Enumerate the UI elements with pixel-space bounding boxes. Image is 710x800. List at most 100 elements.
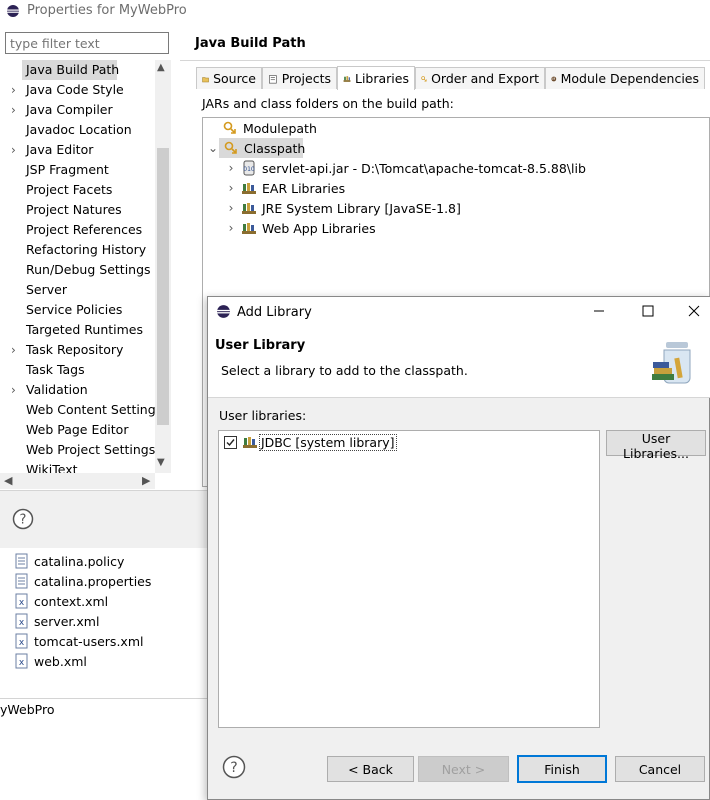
tab-order-export-label: Order and Export [431, 71, 539, 86]
svg-text:010: 010 [243, 166, 255, 173]
scroll-left-icon[interactable]: ◀ [4, 474, 12, 487]
svg-text:x: x [19, 618, 25, 628]
tab-source[interactable]: Source [196, 67, 262, 89]
nav-item[interactable]: Project Facets [26, 180, 112, 200]
nav-item[interactable]: Project Natures [26, 200, 122, 220]
file-name: web.xml [34, 653, 87, 669]
chevron-right-icon[interactable]: › [11, 340, 16, 360]
nav-item[interactable]: Web Project Settings [26, 440, 155, 460]
next-button[interactable]: Next > [418, 756, 509, 782]
svg-text:?: ? [20, 513, 27, 528]
tree-item-classpath[interactable]: ⌄ Classpath [208, 138, 305, 158]
chevron-right-icon[interactable]: › [226, 181, 236, 195]
file-name: catalina.properties [34, 573, 152, 589]
tree-item-ear-libraries[interactable]: › EAR Libraries [226, 178, 346, 198]
classpath-icon [224, 141, 237, 154]
nav-item[interactable]: Task Repository [26, 340, 123, 360]
build-path-tabs: Source Projects Libraries Order and Expo… [196, 66, 710, 91]
checkbox-checked-icon[interactable] [224, 435, 237, 449]
nav-item[interactable]: Javadoc Location [26, 120, 132, 140]
nav-item[interactable]: Task Tags [26, 360, 85, 380]
chevron-right-icon[interactable]: › [226, 201, 236, 215]
help-icon[interactable]: ? [222, 755, 246, 779]
tree-item-label: JRE System Library [JavaSE-1.8] [262, 200, 461, 216]
back-button[interactable]: < Back [327, 756, 414, 782]
chevron-right-icon[interactable]: › [11, 380, 16, 400]
text-file-icon [15, 553, 28, 569]
library-jar-banner-icon [652, 342, 691, 384]
tree-item-modulepath[interactable]: Modulepath [222, 118, 317, 138]
nav-item[interactable]: Java Code Style [26, 80, 124, 100]
file-item[interactable]: x context.xml [15, 591, 108, 611]
file-name: server.xml [34, 613, 100, 629]
tree-item-label: Web App Libraries [262, 220, 376, 236]
chevron-right-icon[interactable]: › [11, 100, 16, 120]
jars-label: JARs and class folders on the build path… [202, 96, 454, 111]
file-item[interactable]: x tomcat-users.xml [15, 631, 143, 651]
xml-file-icon: x [15, 593, 28, 609]
nav-item[interactable]: JSP Fragment [26, 160, 109, 180]
maximize-icon[interactable] [636, 300, 660, 322]
close-icon[interactable] [682, 300, 706, 322]
file-name: context.xml [34, 593, 109, 609]
scroll-right-icon[interactable]: ▶ [142, 474, 150, 487]
finish-button[interactable]: Finish [517, 755, 607, 783]
chevron-right-icon[interactable]: › [226, 221, 236, 235]
tab-libraries[interactable]: Libraries [337, 66, 415, 90]
library-item-jdbc[interactable]: JDBC [system library] [224, 432, 397, 452]
file-name: catalina.policy [34, 553, 125, 569]
scroll-down-icon[interactable]: ▼ [157, 457, 165, 468]
tree-item-web-app-libraries[interactable]: › Web App Libraries [226, 218, 376, 238]
cancel-button[interactable]: Cancel [615, 756, 705, 782]
file-item[interactable]: catalina.policy [15, 551, 124, 571]
dialog-description: Select a library to add to the classpath… [221, 363, 468, 378]
jar-icon: 010 [243, 160, 255, 176]
filter-input[interactable] [5, 32, 169, 54]
chevron-right-icon[interactable]: › [11, 140, 16, 160]
file-name: tomcat-users.xml [34, 633, 144, 649]
eclipse-logo-icon [7, 5, 19, 17]
minimize-icon[interactable] [587, 300, 611, 322]
help-icon[interactable]: ? [12, 508, 34, 530]
nav-item[interactable]: Java Compiler [26, 100, 113, 120]
nav-item[interactable]: Server [26, 280, 67, 300]
file-item[interactable]: x server.xml [15, 611, 99, 631]
nav-item[interactable]: Java Editor [26, 140, 93, 160]
nav-item[interactable]: Validation [26, 380, 88, 400]
user-libraries-button[interactable]: User Libraries... [606, 430, 706, 461]
library-icon [242, 183, 256, 194]
nav-scrollbar-thumb[interactable] [157, 148, 169, 425]
tab-module-dependencies[interactable]: M Module Dependencies [545, 67, 705, 89]
tab-projects[interactable]: Projects [262, 67, 337, 89]
tree-item-servlet-jar[interactable]: › 010 servlet-api.jar - D:\Tomcat\apache… [226, 158, 586, 178]
file-item[interactable]: catalina.properties [15, 571, 151, 591]
nav-item[interactable]: Targeted Runtimes [26, 320, 143, 340]
xml-file-icon: x [15, 613, 28, 629]
nav-item[interactable]: Run/Debug Settings [26, 260, 151, 280]
nav-item[interactable]: Project References [26, 220, 142, 240]
svg-text:?: ? [230, 760, 237, 776]
tab-order-export[interactable]: Order and Export [415, 67, 545, 89]
tree-item-label: EAR Libraries [262, 180, 346, 196]
file-item[interactable]: x web.xml [15, 651, 87, 671]
nav-item[interactable]: Web Page Editor [26, 420, 128, 440]
xml-file-icon: x [15, 653, 28, 669]
nav-item[interactable]: WikiText [26, 460, 78, 473]
tree-item-jre-system-library[interactable]: › JRE System Library [JavaSE-1.8] [226, 198, 461, 218]
nav-item[interactable]: Refactoring History [26, 240, 146, 260]
scroll-up-icon[interactable]: ▲ [157, 62, 165, 73]
nav-item[interactable]: Service Policies [26, 300, 122, 320]
chevron-right-icon[interactable]: › [226, 161, 236, 175]
nav-item[interactable]: Java Build Path [26, 60, 119, 80]
dialog-heading: User Library [215, 338, 306, 353]
chevron-right-icon[interactable]: › [11, 80, 16, 100]
title-divider [180, 60, 710, 61]
svg-text:x: x [19, 658, 25, 668]
nav-item[interactable]: Web Content Settings [26, 400, 162, 420]
chevron-down-icon[interactable]: ⌄ [208, 141, 218, 155]
order-export-icon [421, 75, 427, 82]
tab-source-label: Source [213, 71, 256, 86]
status-text: yWebPro [0, 702, 55, 717]
tree-item-label: servlet-api.jar - D:\Tomcat\apache-tomca… [262, 160, 586, 176]
nav-horizontal-scrollbar[interactable] [0, 473, 155, 489]
